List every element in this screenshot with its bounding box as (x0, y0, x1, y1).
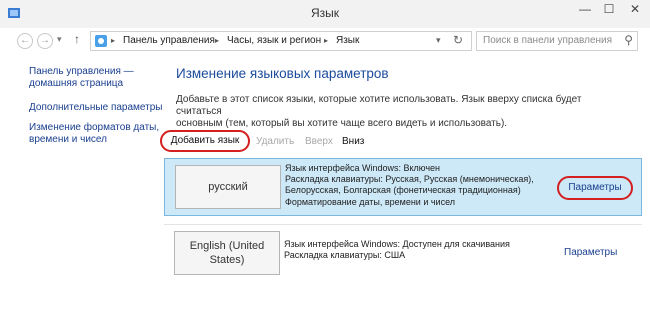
minimize-button[interactable]: — (574, 2, 596, 18)
page-description: Добавьте в этот список языки, которые хо… (176, 94, 616, 130)
control-panel-home-link[interactable]: Панель управления — домашняя страница (29, 66, 134, 90)
advanced-settings-link[interactable]: Дополнительные параметры (29, 102, 162, 114)
recent-dropdown-icon[interactable]: ▾ (57, 34, 62, 45)
forward-button[interactable]: → (37, 33, 53, 49)
breadcrumb-separator-icon: ▸ (324, 36, 329, 45)
maximize-button[interactable]: ☐ (598, 2, 620, 18)
navigation-bar: ← → ▾ ↑ ▸ Панель управления ▸ Часы, язык… (0, 28, 650, 54)
address-dropdown-icon[interactable]: ▾ (436, 35, 441, 46)
info-line: Раскладка клавиатуры: США (284, 250, 406, 261)
up-button[interactable]: ↑ (74, 32, 80, 46)
breadcrumb-clock-language-region[interactable]: Часы, язык и регион (227, 35, 321, 46)
refresh-icon[interactable]: ↻ (453, 33, 463, 47)
info-line: Язык интерфейса Windows: Доступен для ск… (284, 239, 510, 249)
breadcrumb-control-panel[interactable]: Панель управления (123, 35, 215, 46)
page-title: Изменение языковых параметров (176, 66, 389, 81)
options-link-english[interactable]: Параметры (564, 247, 617, 258)
move-down-button[interactable]: Вниз (342, 136, 364, 147)
breadcrumb-separator-icon: ▸ (215, 36, 220, 45)
title-bar: Язык — ☐ ✕ (0, 0, 650, 28)
breadcrumb-separator-icon: ▸ (111, 36, 116, 45)
language-row-russian[interactable]: русский Язык интерфейса Windows: Включен… (164, 158, 642, 216)
search-icon[interactable]: ⚲ (624, 33, 633, 47)
address-bar[interactable]: ▸ Панель управления ▸ Часы, язык и регио… (90, 31, 472, 51)
link-line: домашняя страница (29, 78, 124, 89)
language-info: Язык интерфейса Windows: Доступен для ск… (284, 239, 554, 261)
info-line: Язык интерфейса Windows: Включен (285, 163, 441, 173)
info-line: Раскладка клавиатуры: Русская, Русская (… (285, 174, 534, 185)
tile-line: English (United (189, 240, 265, 252)
language-tile-english[interactable]: English (United States) (174, 231, 280, 275)
language-row-english[interactable]: English (United States) Язык интерфейса W… (164, 224, 642, 282)
info-line: Форматирование даты, времени и чисел (285, 196, 456, 207)
options-link-russian[interactable]: Параметры (557, 176, 633, 200)
language-toolbar: Добавить язык Удалить Вверх Вниз (160, 130, 640, 154)
search-input[interactable]: Поиск в панели управления ⚲ (476, 31, 638, 51)
close-button[interactable]: ✕ (624, 2, 646, 18)
add-language-button[interactable]: Добавить язык (160, 130, 250, 152)
breadcrumb-language[interactable]: Язык (336, 35, 359, 46)
language-info: Язык интерфейса Windows: Включен Расклад… (285, 163, 555, 208)
remove-button[interactable]: Удалить (256, 136, 294, 147)
search-placeholder: Поиск в панели управления (483, 35, 613, 46)
control-panel-icon (95, 35, 107, 47)
change-formats-link[interactable]: Изменение форматов даты, времени и чисел (29, 122, 159, 146)
info-line: Белорусская, Болгарская (фонетическая тр… (285, 185, 521, 196)
window-title: Язык (310, 6, 340, 20)
link-line: Панель управления — (29, 66, 134, 77)
move-up-button[interactable]: Вверх (305, 136, 333, 147)
back-button[interactable]: ← (17, 33, 33, 49)
description-line: Добавьте в этот список языки, которые хо… (176, 94, 582, 117)
description-line: основным (тем, который вы хотите чаще вс… (176, 118, 508, 129)
language-tile-russian[interactable]: русский (175, 165, 281, 209)
link-line: времени и чисел (29, 134, 107, 145)
link-line: Изменение форматов даты, (29, 122, 160, 133)
tile-line: States) (209, 254, 245, 266)
